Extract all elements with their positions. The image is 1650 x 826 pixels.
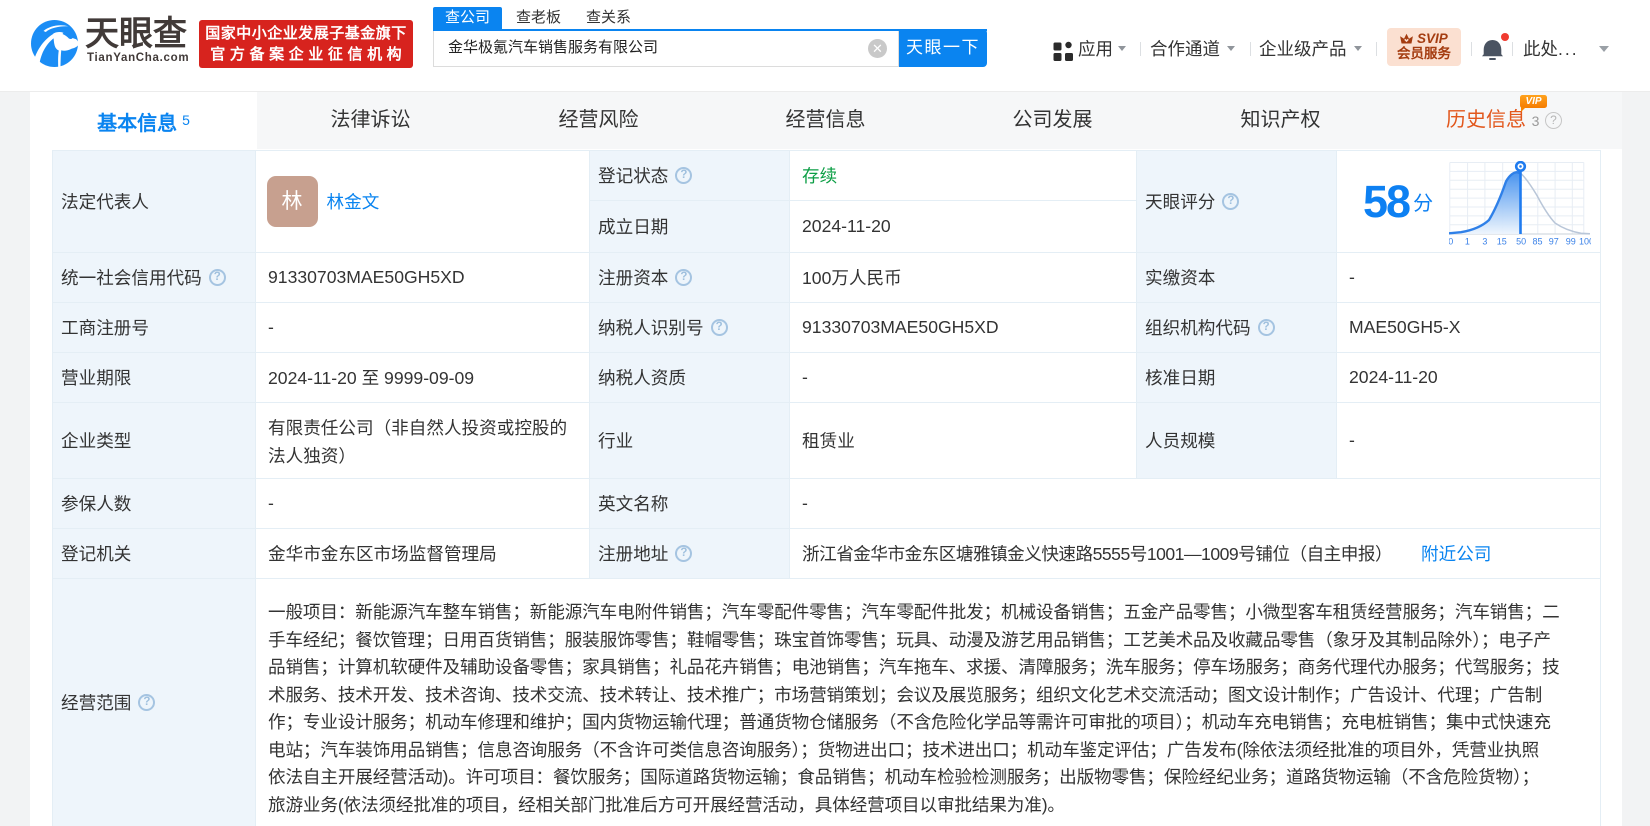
svg-text:0: 0 <box>1449 237 1453 247</box>
svg-text:100: 100 <box>1579 237 1591 247</box>
svg-text:1: 1 <box>1465 237 1470 247</box>
svg-text:3: 3 <box>1482 237 1487 247</box>
svg-text:85: 85 <box>1532 237 1542 247</box>
svg-text:99: 99 <box>1566 237 1576 247</box>
svg-text:97: 97 <box>1549 237 1559 247</box>
svg-text:50: 50 <box>1516 237 1526 247</box>
svg-text:15: 15 <box>1497 237 1507 247</box>
